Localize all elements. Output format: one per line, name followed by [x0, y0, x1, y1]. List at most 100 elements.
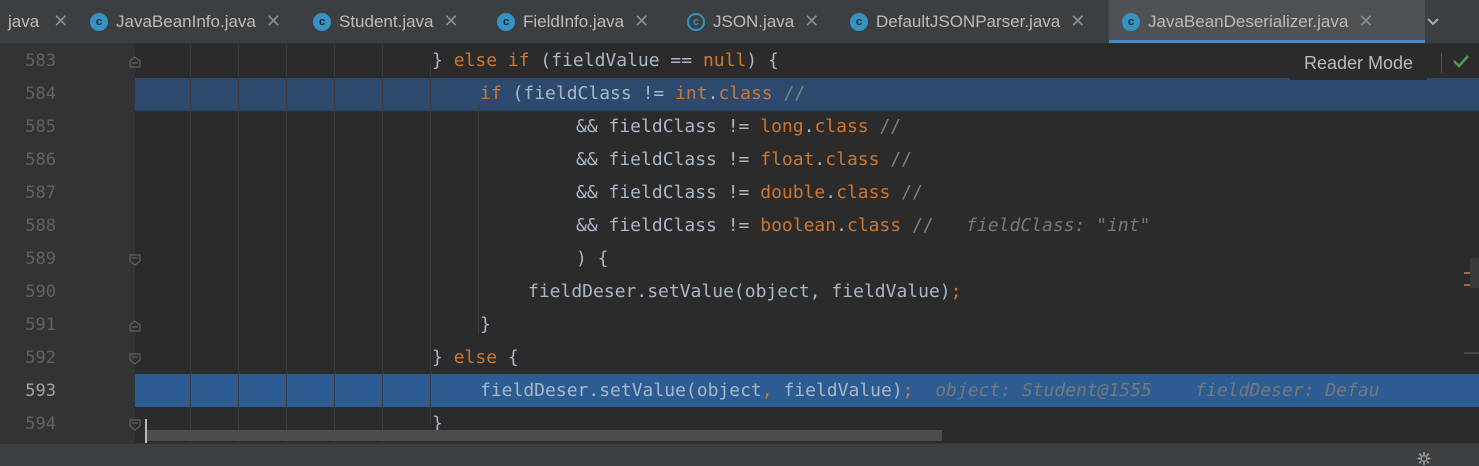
tab-fieldinfo[interactable]: c FieldInfo.java ✕: [484, 0, 690, 43]
line-number: 584: [25, 84, 56, 104]
gear-icon[interactable]: [1415, 452, 1433, 465]
indent-guide: [238, 44, 239, 444]
code-token: .: [803, 116, 815, 137]
tab-javabeandeserializer[interactable]: c JavaBeanDeserializer.java ✕: [1109, 0, 1425, 43]
indent-guide: [286, 44, 287, 444]
code-token: (fieldClass !=: [501, 83, 676, 104]
keyword-token: int: [675, 83, 708, 104]
code-line-591: }: [480, 308, 491, 341]
code-token: }: [480, 314, 491, 335]
code-line-589: ) {: [576, 242, 609, 275]
code-token: {: [497, 347, 519, 368]
keyword-token: ;: [902, 380, 914, 401]
line-number: 583: [25, 51, 56, 71]
code-token: ) {: [746, 50, 779, 71]
keyword-token: class: [718, 83, 773, 104]
vertical-scrollbar-thumb[interactable]: [1470, 258, 1479, 288]
indent-guide: [382, 44, 383, 444]
line-number-current: 593: [25, 381, 56, 401]
keyword-token: boolean: [760, 215, 837, 236]
tab-label: JSON.java: [713, 11, 795, 31]
code-token: .: [707, 83, 719, 104]
code-token: && fieldClass !=: [576, 182, 761, 203]
close-icon[interactable]: ✕: [444, 11, 459, 32]
status-bar: [0, 443, 1479, 466]
line-number: 594: [25, 414, 56, 434]
tab-label: DefaultJSONParser.java: [876, 11, 1061, 31]
indent-guide: [190, 44, 191, 444]
close-icon[interactable]: ✕: [804, 11, 819, 32]
comment-token: //: [901, 215, 934, 236]
line-number: 591: [25, 315, 56, 335]
code-line-588: && fieldClass != boolean.class // fieldC…: [576, 209, 1150, 242]
code-line-584: if (fieldClass != int.class //: [480, 77, 805, 110]
code-token: .: [836, 215, 847, 236]
tab-java[interactable]: java ✕: [0, 0, 88, 43]
line-number: 592: [25, 348, 56, 368]
line-number: 587: [25, 183, 56, 203]
tab-student[interactable]: c Student.java ✕: [303, 0, 494, 43]
code-token: (fieldValue ==: [529, 50, 703, 71]
line-number: 590: [25, 282, 56, 302]
code-token: }: [432, 347, 454, 368]
keyword-token: ;: [950, 281, 962, 302]
keyword-token: if: [480, 83, 502, 104]
code-line-587: && fieldClass != double.class //: [576, 176, 923, 209]
debug-inline-value: fieldClass: "int": [966, 215, 1151, 236]
debug-inline-value: object: Student@1555: [935, 380, 1152, 401]
code-token: fieldValue): [772, 380, 903, 401]
class-icon: c: [850, 12, 868, 31]
code-token: && fieldClass !=: [576, 149, 761, 170]
tab-overflow-button[interactable]: [1413, 0, 1453, 43]
close-icon[interactable]: ✕: [1070, 11, 1085, 32]
class-icon: c: [1122, 12, 1140, 31]
indent-guide: [430, 64, 431, 424]
line-number: 586: [25, 150, 56, 170]
code-token: .: [825, 182, 837, 203]
tab-label: Student.java: [339, 11, 434, 31]
line-number: 588: [25, 216, 56, 236]
code-token: fieldDeser.setValue(object, fieldValue): [528, 281, 951, 302]
code-editor[interactable]: } else if (fieldValue == null) { if (fie…: [135, 44, 1479, 444]
abstract-class-icon: c: [687, 12, 705, 31]
close-icon[interactable]: ✕: [53, 11, 68, 32]
line-number: 585: [25, 117, 56, 137]
tab-label: JavaBeanInfo.java: [116, 11, 256, 31]
close-icon[interactable]: ✕: [634, 11, 649, 32]
class-icon: c: [497, 12, 515, 31]
tab-javabeaninfo[interactable]: c JavaBeanInfo.java ✕: [80, 0, 313, 43]
chevron-down-icon: [1427, 17, 1439, 25]
error-stripe-mark[interactable]: [1464, 352, 1479, 354]
close-icon[interactable]: ✕: [266, 11, 281, 32]
code-line-585: && fieldClass != long.class //: [576, 110, 901, 143]
tab-label: FieldInfo.java: [523, 11, 625, 31]
tab-defaultjsonparser[interactable]: c DefaultJSONParser.java ✕: [841, 0, 1118, 43]
checkmark-icon[interactable]: [1451, 52, 1471, 70]
keyword-token: float: [760, 149, 815, 170]
line-number-gutter[interactable]: 583 584 585 586 587 588 589 590 591 592 …: [0, 44, 141, 444]
class-icon: c: [313, 12, 331, 31]
code-line-583: } else if (fieldValue == null) {: [432, 44, 779, 77]
close-icon[interactable]: ✕: [1358, 11, 1373, 32]
code-line-593: fieldDeser.setValue(object, fieldValue);…: [480, 374, 1380, 407]
keyword-token: class: [825, 149, 880, 170]
comment-token: //: [890, 182, 923, 203]
keyword-token: null: [702, 50, 747, 71]
keyword-token: ,: [761, 380, 773, 401]
horizontal-scrollbar-thumb[interactable]: [147, 430, 942, 441]
tab-label: JavaBeanDeserializer.java: [1148, 11, 1349, 31]
comment-token: //: [879, 149, 912, 170]
tab-json[interactable]: c JSON.java ✕: [677, 0, 851, 43]
tab-label: java: [8, 11, 40, 31]
indent-guide: [478, 104, 479, 334]
keyword-token: class: [846, 215, 902, 236]
code-token: && fieldClass !=: [576, 215, 761, 236]
divider: [1441, 53, 1442, 73]
indent-guide: [334, 44, 335, 444]
reader-mode-button[interactable]: Reader Mode: [1290, 46, 1428, 80]
comment-token: //: [868, 116, 902, 137]
code-token: fieldDeser.setValue(object: [480, 380, 762, 401]
code-line-592: } else {: [432, 341, 519, 374]
current-line-highlight: [135, 78, 1479, 111]
keyword-token: long: [760, 116, 804, 137]
